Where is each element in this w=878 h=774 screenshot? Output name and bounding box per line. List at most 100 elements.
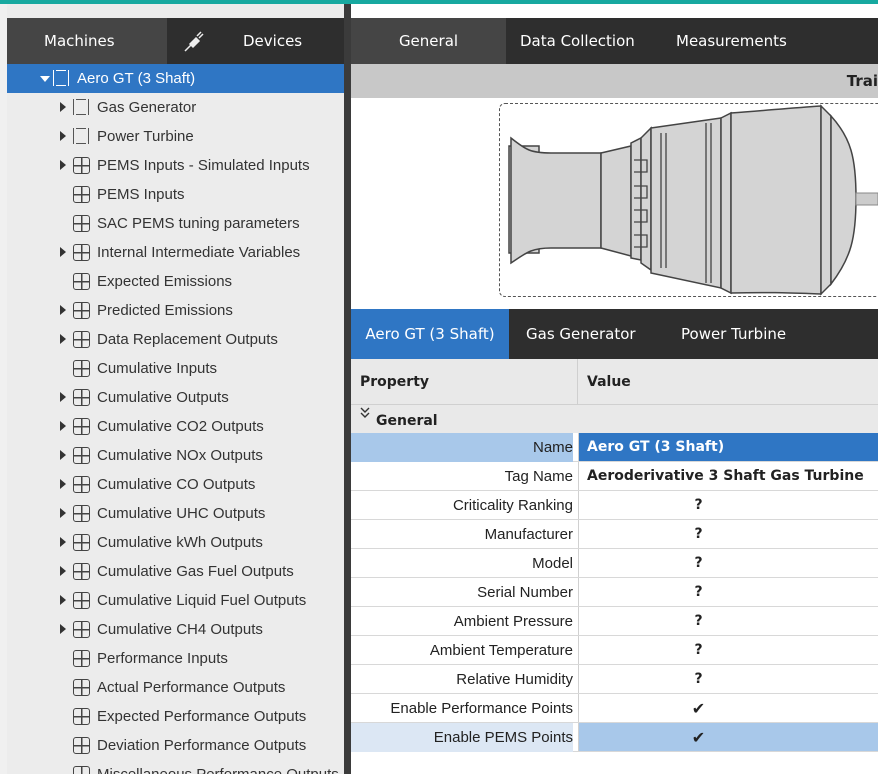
expand-arrow-right-icon[interactable] [60, 421, 66, 431]
property-row[interactable]: Manufacturer? [351, 520, 878, 549]
train-header: Trai [351, 64, 878, 98]
tab-aero-gt[interactable]: Aero GT (3 Shaft) [351, 309, 509, 359]
property-row[interactable]: Ambient Pressure? [351, 607, 878, 636]
property-row[interactable]: Criticality Ranking? [351, 491, 878, 520]
tree-node-label: Cumulative Outputs [97, 389, 229, 406]
tree-node[interactable]: Cumulative Inputs [7, 354, 344, 383]
tree-node-label: Cumulative UHC Outputs [97, 505, 266, 522]
property-name: Enable PEMS Points [351, 723, 573, 752]
property-value[interactable]: ? [578, 578, 878, 606]
property-row[interactable]: Tag Name Aeroderivative 3 Shaft Gas Turbi… [351, 462, 878, 491]
property-value[interactable]: Aero GT (3 Shaft) [578, 433, 878, 461]
tree-node[interactable]: PEMS Inputs [7, 180, 344, 209]
expand-arrow-right-icon[interactable] [60, 508, 66, 518]
machine-diagram-canvas [351, 98, 878, 304]
tree-node[interactable]: Performance Inputs [7, 644, 344, 673]
column-header-value[interactable]: Value [587, 359, 631, 405]
expand-arrow-right-icon[interactable] [60, 479, 66, 489]
property-name: Ambient Pressure [453, 613, 573, 630]
property-row[interactable]: Ambient Temperature? [351, 636, 878, 665]
tree-node[interactable]: Cumulative CH4 Outputs [7, 615, 344, 644]
grid-icon [73, 418, 90, 435]
property-name: Serial Number [477, 584, 573, 601]
tree-node[interactable]: Predicted Emissions [7, 296, 344, 325]
chevron-double-down-icon[interactable] [360, 407, 370, 423]
gas-turbine-diagram[interactable] [351, 98, 878, 304]
property-value[interactable]: ? [578, 665, 878, 693]
tree-node[interactable]: Miscellaneous Performance Outputs [7, 760, 344, 774]
tree-node-label: Cumulative CO2 Outputs [97, 418, 264, 435]
grid-icon [73, 302, 90, 319]
panel-splitter[interactable] [344, 4, 351, 774]
tree-node-label: Data Replacement Outputs [97, 331, 278, 348]
grid-icon [73, 534, 90, 551]
tree-node-label: Cumulative Inputs [97, 360, 218, 377]
tree-node[interactable]: Deviation Performance Outputs [7, 731, 344, 760]
expand-arrow-right-icon[interactable] [60, 392, 66, 402]
tab-power-turbine[interactable]: Power Turbine [681, 309, 786, 359]
property-row[interactable]: Serial Number? [351, 578, 878, 607]
expand-arrow-right-icon[interactable] [60, 595, 66, 605]
tree-node[interactable]: Expected Emissions [7, 267, 344, 296]
tree-node[interactable]: Cumulative CO2 Outputs [7, 412, 344, 441]
tab-measurements[interactable]: Measurements [676, 18, 787, 64]
tree-node[interactable]: Power Turbine [7, 122, 344, 151]
tree-node[interactable]: Data Replacement Outputs [7, 325, 344, 354]
tree-node[interactable]: Actual Performance Outputs [7, 673, 344, 702]
tree-node[interactable]: Internal Intermediate Variables [7, 238, 344, 267]
property-row[interactable]: Name Aero GT (3 Shaft) [351, 433, 878, 462]
property-name: Relative Humidity [456, 671, 573, 688]
tab-gas-generator[interactable]: Gas Generator [526, 309, 636, 359]
expand-arrow-right-icon[interactable] [60, 131, 66, 141]
tab-general[interactable]: General [351, 18, 506, 64]
expand-arrow-right-icon[interactable] [60, 566, 66, 576]
grid-icon [73, 273, 90, 290]
expand-arrow-right-icon[interactable] [60, 160, 66, 170]
tree-node[interactable]: Cumulative Liquid Fuel Outputs [7, 586, 344, 615]
property-row[interactable]: Relative Humidity? [351, 665, 878, 694]
property-value[interactable]: ? [578, 520, 878, 548]
expand-arrow-right-icon[interactable] [60, 102, 66, 112]
property-row[interactable]: Model? [351, 549, 878, 578]
tab-machines[interactable]: Machines [7, 18, 167, 64]
tree-node[interactable]: Cumulative kWh Outputs [7, 528, 344, 557]
grid-icon [73, 186, 90, 203]
tree-node[interactable]: SAC PEMS tuning parameters [7, 209, 344, 238]
tree-node[interactable]: Cumulative NOx Outputs [7, 441, 344, 470]
property-value[interactable]: ? [578, 607, 878, 635]
tree-node[interactable]: Gas Generator [7, 93, 344, 122]
property-value[interactable]: ✔ [578, 723, 878, 751]
expand-arrow-right-icon[interactable] [60, 450, 66, 460]
tree-node[interactable]: Cumulative Gas Fuel Outputs [7, 557, 344, 586]
property-value[interactable]: ? [578, 636, 878, 664]
engine-icon [73, 99, 89, 115]
property-row[interactable]: Enable PEMS Points ✔ [351, 723, 878, 752]
tree-node[interactable]: Cumulative CO Outputs [7, 470, 344, 499]
tree-node[interactable]: PEMS Inputs - Simulated Inputs [7, 151, 344, 180]
expand-arrow-right-icon[interactable] [60, 247, 66, 257]
property-name: Model [532, 555, 573, 572]
property-value[interactable]: ? [578, 491, 878, 519]
tree-node[interactable]: Cumulative UHC Outputs [7, 499, 344, 528]
tree-node-label: Cumulative CO Outputs [97, 476, 256, 493]
expand-arrow-right-icon[interactable] [60, 537, 66, 547]
plug-icon[interactable] [179, 18, 207, 64]
property-value[interactable]: ✔ [578, 694, 878, 722]
expand-arrow-right-icon[interactable] [60, 305, 66, 315]
property-group-general[interactable]: General [351, 405, 878, 433]
tab-devices[interactable]: Devices [243, 18, 302, 64]
tree-node[interactable]: Aero GT (3 Shaft) [7, 64, 344, 93]
tree-node[interactable]: Expected Performance Outputs [7, 702, 344, 731]
property-value[interactable]: ? [578, 549, 878, 577]
column-header-property[interactable]: Property [360, 359, 429, 405]
grid-icon [73, 563, 90, 580]
tab-data-collection[interactable]: Data Collection [520, 18, 635, 64]
grid-icon [73, 650, 90, 667]
expand-arrow-down-icon[interactable] [40, 76, 50, 82]
expand-arrow-right-icon[interactable] [60, 624, 66, 634]
column-divider[interactable] [577, 359, 578, 405]
property-value[interactable]: Aeroderivative 3 Shaft Gas Turbine [578, 462, 878, 490]
tree-node[interactable]: Cumulative Outputs [7, 383, 344, 412]
expand-arrow-right-icon[interactable] [60, 334, 66, 344]
property-row[interactable]: Enable Performance Points ✔ [351, 694, 878, 723]
